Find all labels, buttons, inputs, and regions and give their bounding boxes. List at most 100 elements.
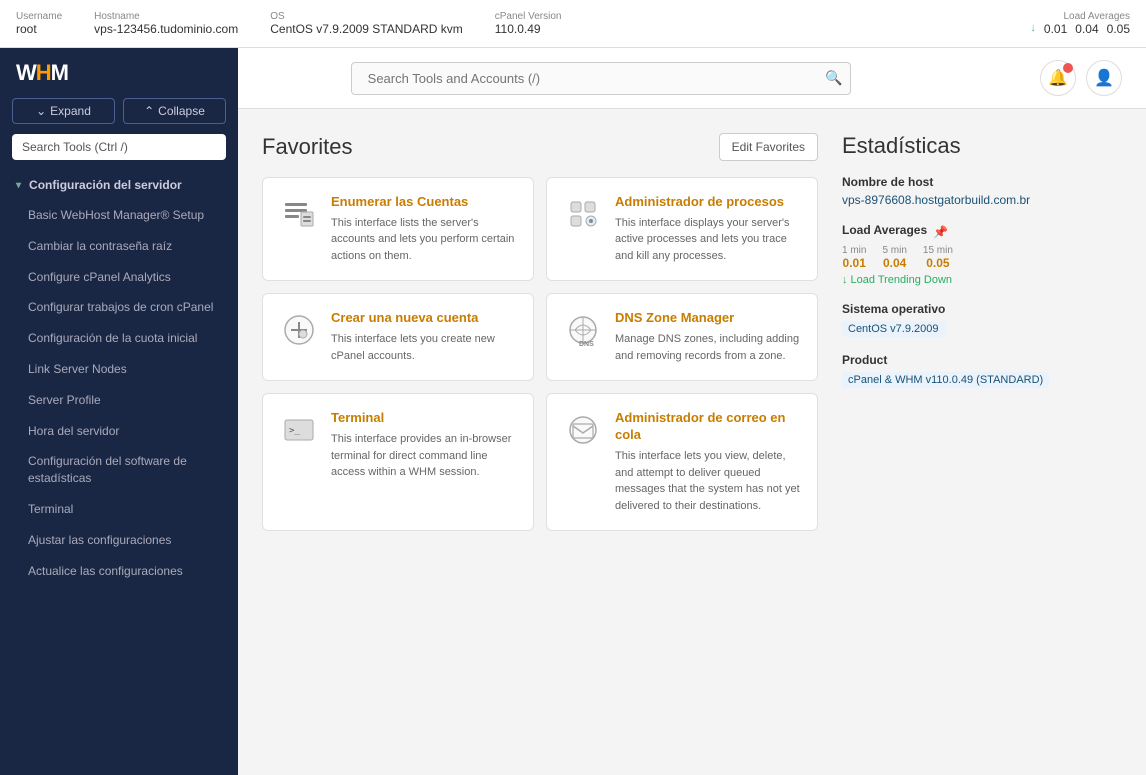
favorites-grid: Enumerar las Cuentas This interface list…: [262, 177, 818, 531]
hostname-label: Hostname: [94, 11, 238, 22]
top-bar-info: Username root Hostname vps-123456.tudomi…: [16, 11, 998, 36]
load-5min: 0.04: [1075, 22, 1098, 36]
top-bar: Username root Hostname vps-123456.tudomi…: [0, 0, 1146, 48]
expand-label: Expand: [50, 104, 91, 118]
fav-card-terminal[interactable]: >_ Terminal This interface provides an i…: [262, 393, 534, 531]
sidebar-actions: ⌄ Expand ⌃ Collapse: [0, 98, 238, 134]
terminal-content: Terminal This interface provides an in-b…: [331, 410, 517, 480]
load-avg-group: Load Averages ↓ 0.01 0.04 0.05: [1030, 11, 1130, 36]
hostname-group: Hostname vps-123456.tudominio.com: [94, 11, 238, 36]
sidebar-item-config-estadisticas[interactable]: Configuración del software de estadístic…: [0, 446, 238, 494]
load-1min-period: 1 min: [842, 245, 866, 256]
cpanel-group: cPanel Version 110.0.49: [495, 11, 562, 36]
header-icons: 🔔 👤: [1040, 60, 1122, 96]
procesos-icon: [563, 194, 603, 234]
sidebar-item-configuracion-cuota[interactable]: Configuración de la cuota inicial: [0, 323, 238, 354]
enumerar-desc: This interface lists the server's accoun…: [331, 215, 517, 265]
load-15min-col: 15 min 0.05: [923, 245, 953, 270]
search-icon: 🔍: [825, 70, 842, 86]
content-area: 🔍 🔔 👤 Favorites Edit Favorites: [238, 48, 1146, 775]
crear-cuenta-desc: This interface lets you create new cPane…: [331, 331, 517, 364]
username-value: root: [16, 22, 62, 36]
username-label: Username: [16, 11, 62, 22]
search-input[interactable]: [351, 62, 851, 95]
fav-card-procesos[interactable]: Administrador de procesos This interface…: [546, 177, 818, 281]
procesos-content: Administrador de procesos This interface…: [615, 194, 801, 264]
content-scroll: Favorites Edit Favorites: [238, 109, 1146, 775]
search-bar: 🔍: [351, 62, 851, 95]
notifications-button[interactable]: 🔔: [1040, 60, 1076, 96]
crear-cuenta-content: Crear una nueva cuenta This interface le…: [331, 310, 517, 364]
load-15min-val: 0.05: [926, 256, 949, 270]
hostname-value[interactable]: vps-8976608.hostgatorbuild.com.br: [842, 193, 1122, 207]
load-5min-col: 5 min 0.04: [882, 245, 906, 270]
procesos-title: Administrador de procesos: [615, 194, 801, 211]
load-avg-values: ↓ 0.01 0.04 0.05: [1030, 22, 1130, 36]
edit-favorites-button[interactable]: Edit Favorites: [719, 133, 818, 161]
hostname-section: Nombre de host vps-8976608.hostgatorbuil…: [842, 175, 1122, 207]
sidebar-item-cambiar-contrasena[interactable]: Cambiar la contraseña raíz: [0, 231, 238, 262]
cpanel-value: 110.0.49: [495, 22, 562, 36]
sidebar-logo: WHM: [0, 48, 238, 98]
product-label: Product: [842, 353, 1122, 367]
fav-card-crear-cuenta[interactable]: Crear una nueva cuenta This interface le…: [262, 293, 534, 381]
fav-card-correo[interactable]: Administrador de correo en cola This int…: [546, 393, 818, 531]
load-grid: 1 min 0.01 5 min 0.04 15 min 0.05: [842, 245, 1122, 270]
collapse-button[interactable]: ⌃ Collapse: [123, 98, 226, 124]
fav-card-dns[interactable]: DNS DNS Zone Manager Manage DNS zones, i…: [546, 293, 818, 381]
load-avg-header: Load Averages 📌: [842, 223, 1122, 241]
expand-icon: ⌄: [36, 104, 46, 118]
sidebar-scroll: ▾ Configuración del servidor Basic WebHo…: [0, 170, 238, 775]
dns-title: DNS Zone Manager: [615, 310, 801, 327]
sidebar-item-hora-servidor[interactable]: Hora del servidor: [0, 416, 238, 447]
os-group: OS CentOS v7.9.2009 STANDARD kvm: [270, 11, 463, 36]
fav-card-enumerar[interactable]: Enumerar las Cuentas This interface list…: [262, 177, 534, 281]
favorites-title: Favorites: [262, 134, 352, 160]
sidebar-item-configure-cpanel[interactable]: Configure cPanel Analytics: [0, 262, 238, 293]
user-avatar-button[interactable]: 👤: [1086, 60, 1122, 96]
load-5min-period: 5 min: [882, 245, 906, 256]
crear-cuenta-icon: [279, 310, 319, 350]
sidebar-item-terminal[interactable]: Terminal: [0, 494, 238, 525]
sidebar-item-basic-webhost[interactable]: Basic WebHost Manager® Setup: [0, 200, 238, 231]
os-section: Sistema operativo CentOS v7.9.2009: [842, 302, 1122, 337]
correo-content: Administrador de correo en cola This int…: [615, 410, 801, 514]
load-trending-button[interactable]: ↓ Load Trending Down: [842, 274, 1122, 286]
crear-cuenta-title: Crear una nueva cuenta: [331, 310, 517, 327]
main-layout: WHM ⌄ Expand ⌃ Collapse Search Tools (Ct…: [0, 48, 1146, 775]
enumerar-icon: [279, 194, 319, 234]
sidebar-item-ajustar-config[interactable]: Ajustar las configuraciones: [0, 525, 238, 556]
sidebar-search-placeholder: Search Tools (Ctrl /): [22, 140, 128, 154]
load-15min: 0.05: [1107, 22, 1130, 36]
enumerar-title: Enumerar las Cuentas: [331, 194, 517, 211]
favorites-panel: Favorites Edit Favorites: [262, 133, 818, 751]
svg-text:DNS: DNS: [579, 341, 594, 348]
sidebar-search[interactable]: Search Tools (Ctrl /): [12, 134, 226, 160]
os-value: CentOS v7.9.2009: [842, 321, 945, 337]
search-icon-button[interactable]: 🔍: [825, 70, 842, 87]
load-avg-label: Load Averages: [1063, 11, 1130, 22]
stats-title: Estadísticas: [842, 133, 1122, 159]
dns-icon: DNS: [563, 310, 603, 350]
load-5min-val: 0.04: [883, 256, 906, 270]
cpanel-label: cPanel Version: [495, 11, 562, 22]
collapse-label: Collapse: [158, 104, 205, 118]
os-label: Sistema operativo: [842, 302, 1122, 316]
hostname-label: Nombre de host: [842, 175, 1122, 189]
down-arrow-icon: ↓: [1030, 22, 1036, 36]
sidebar-section-header[interactable]: ▾ Configuración del servidor: [0, 170, 238, 200]
load-1min: 0.01: [1044, 22, 1067, 36]
product-section: Product cPanel & WHM v110.0.49 (STANDARD…: [842, 353, 1122, 388]
collapse-icon: ⌃: [144, 104, 154, 118]
sidebar-item-link-server-nodes[interactable]: Link Server Nodes: [0, 354, 238, 385]
correo-icon: [563, 410, 603, 450]
sidebar: WHM ⌄ Expand ⌃ Collapse Search Tools (Ct…: [0, 48, 238, 775]
sidebar-item-configurar-cron[interactable]: Configurar trabajos de cron cPanel: [0, 292, 238, 323]
sidebar-item-server-profile[interactable]: Server Profile: [0, 385, 238, 416]
load-section: Load Averages 📌 1 min 0.01 5 min 0.04: [842, 223, 1122, 286]
sidebar-item-actualice-config[interactable]: Actualice las configuraciones: [0, 556, 238, 587]
terminal-desc: This interface provides an in-browser te…: [331, 431, 517, 481]
expand-button[interactable]: ⌄ Expand: [12, 98, 115, 124]
os-value: CentOS v7.9.2009 STANDARD kvm: [270, 22, 463, 36]
whm-logo: WHM: [16, 60, 68, 86]
